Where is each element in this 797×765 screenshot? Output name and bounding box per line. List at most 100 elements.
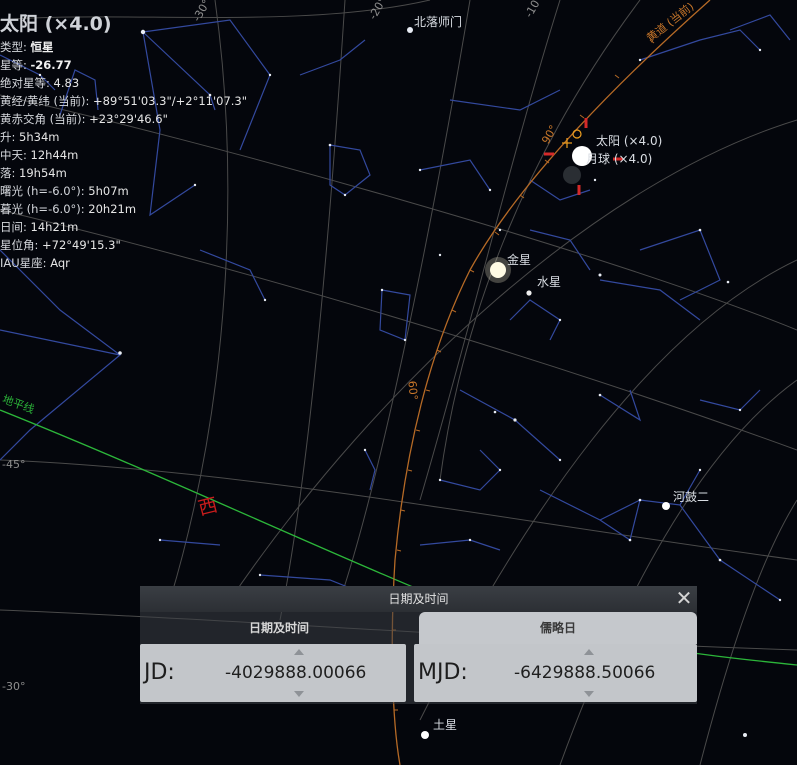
jd-field[interactable]: JD: -4029888.00066: [140, 644, 406, 702]
label-mercury[interactable]: 水星: [537, 273, 561, 290]
info-row: 落: 19h54m: [0, 164, 330, 182]
label-moon[interactable]: 月球 (×4.0): [586, 150, 652, 167]
info-value: +72°49'15.3": [42, 238, 121, 252]
altair-marker[interactable]: [662, 502, 670, 510]
mjd-label: MJD:: [418, 660, 468, 685]
info-row: 曙光 (h=-6.0°): 5h07m: [0, 182, 330, 200]
info-key: 黄经/黄纬 (当前):: [0, 94, 94, 108]
star: [558, 458, 562, 462]
star: [558, 318, 562, 322]
saturn-marker[interactable]: [421, 731, 429, 739]
info-key: 升:: [0, 130, 20, 144]
info-row: 中天: 12h44m: [0, 146, 330, 164]
label-beiluo[interactable]: 北落师门: [414, 13, 462, 30]
datetime-dialog: 日期及时间 ✕ 日期及时间 儒略日 JD: -4029888.00066 MJD…: [140, 586, 697, 704]
constellation-line: [159, 539, 221, 546]
info-row: IAU星座: Aqr: [0, 254, 330, 272]
label-venus[interactable]: 金星: [507, 251, 531, 268]
constellation-line: [0, 329, 121, 356]
mjd-decrement-icon[interactable]: [584, 691, 594, 697]
star: [498, 228, 502, 232]
label-sun[interactable]: 太阳 (×4.0): [596, 132, 662, 149]
info-value: 5h07m: [88, 184, 129, 198]
constellation-line: [0, 249, 121, 461]
mjd-field[interactable]: MJD: -6429888.50066: [414, 644, 697, 702]
star: [498, 468, 502, 472]
info-key: 曙光 (h=-6.0°):: [0, 184, 89, 198]
constellation-line: [439, 469, 501, 491]
star: [593, 178, 597, 182]
star: [158, 538, 162, 542]
tab-julian-day[interactable]: 儒略日: [419, 612, 697, 644]
info-value: +89°51'03.3"/+2°11'07.3": [93, 94, 248, 108]
star: [598, 393, 602, 397]
julian-fields: JD: -4029888.00066 MJD: -6429888.50066: [140, 644, 697, 704]
mjd-value[interactable]: -6429888.50066: [514, 663, 655, 683]
info-key: 星位角:: [0, 238, 43, 252]
info-row: 黄赤交角 (当前): +23°29'46.6": [0, 110, 330, 128]
star: [468, 538, 472, 542]
grid-label-m45: -45°: [2, 458, 26, 471]
grid-line: [419, 0, 561, 501]
info-value: 12h44m: [30, 148, 79, 162]
label-hegu[interactable]: 河鼓二: [673, 488, 709, 505]
star: [758, 48, 762, 52]
constellation-line: [329, 144, 371, 196]
info-row: 类型: 恒星: [0, 38, 330, 56]
object-title: 太阳 (×4.0): [0, 13, 112, 35]
star: [743, 733, 747, 737]
close-icon[interactable]: ✕: [675, 588, 693, 608]
info-row: 升: 5h34m: [0, 128, 330, 146]
star: [698, 468, 702, 472]
star: [638, 498, 642, 502]
info-key: 类型:: [0, 40, 31, 54]
jd-label: JD:: [144, 660, 175, 685]
star: [778, 598, 782, 602]
info-value: 4.83: [53, 76, 80, 90]
star: [493, 410, 497, 414]
dialog-titlebar[interactable]: 日期及时间 ✕: [140, 586, 697, 612]
grid-line: [699, 499, 797, 765]
constellation-line: [364, 449, 376, 491]
dialog-tabs: 日期及时间 儒略日: [140, 612, 697, 644]
info-row: 星等: -26.77: [0, 56, 330, 74]
grid-line: [339, 0, 471, 601]
mercury-marker[interactable]: [526, 290, 532, 296]
star: [363, 448, 367, 452]
constellation-line: [419, 159, 491, 191]
jd-increment-icon[interactable]: [294, 649, 304, 655]
constellation-line: [509, 299, 561, 341]
label-saturn[interactable]: 土星: [433, 716, 457, 733]
object-info-rows: 类型: 恒星 星等: -26.77 绝对星等: 4.83 黄经/黄纬 (当前): +8…: [0, 38, 330, 272]
star: [343, 193, 347, 197]
star: [718, 558, 722, 562]
constellation-line: [729, 14, 791, 41]
star: [380, 288, 384, 292]
constellation-line: [599, 499, 641, 541]
info-value: Aqr: [50, 256, 70, 270]
star: [263, 298, 267, 302]
info-key: 暮光 (h=-6.0°):: [0, 202, 89, 216]
info-key: 绝对星等:: [0, 76, 54, 90]
star: [698, 228, 702, 232]
star: [118, 351, 122, 355]
constellation-line: [379, 289, 411, 341]
star: [438, 478, 442, 482]
jd-decrement-icon[interactable]: [294, 691, 304, 697]
jd-value[interactable]: -4029888.00066: [225, 663, 366, 683]
mjd-increment-icon[interactable]: [584, 649, 594, 655]
star: [403, 338, 407, 342]
info-row: 暮光 (h=-6.0°): 20h21m: [0, 200, 330, 218]
tab-datetime[interactable]: 日期及时间: [140, 612, 418, 644]
info-value: 19h54m: [19, 166, 67, 180]
info-value: 20h21m: [88, 202, 137, 216]
moon-disc[interactable]: [563, 166, 581, 184]
constellation-line: [529, 179, 591, 201]
constellation-line: [459, 389, 561, 461]
star: [598, 273, 602, 277]
star: [628, 538, 632, 542]
constellation-line: [639, 229, 721, 301]
grid-label-m30: -30°: [2, 680, 26, 693]
constellation-line: [449, 89, 561, 111]
star: [738, 408, 742, 412]
